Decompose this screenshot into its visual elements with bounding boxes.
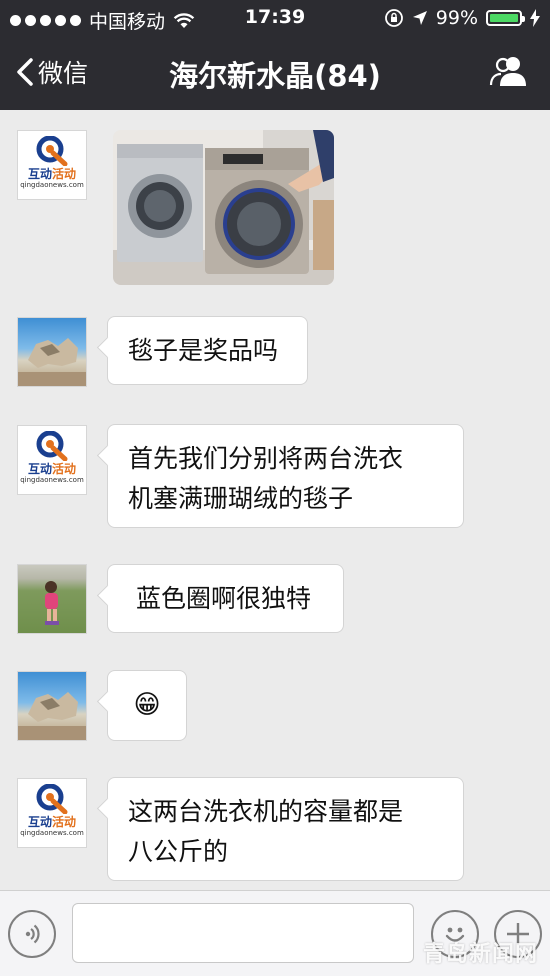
message-bubble[interactable]: 蓝色圈啊很独特: [107, 564, 344, 633]
message-text-line: 机塞满珊瑚绒的毯子: [128, 484, 354, 513]
hudong-brand-text: 互动活动: [27, 815, 77, 829]
nav-bar: 微信 海尔新水晶(84): [0, 36, 550, 110]
avatar[interactable]: [17, 564, 87, 634]
top-bar: 中国移动 17:39 99% 微信 海尔新水晶(84): [0, 0, 550, 110]
message-text-line: 八公斤的: [128, 837, 229, 866]
hudong-brand-text: 互动活动: [27, 462, 77, 476]
grinning-face-icon: 😁: [133, 690, 161, 720]
rock-sculpture-photo: [18, 338, 86, 386]
message-input[interactable]: [72, 903, 414, 963]
avatar[interactable]: 互动活动 qingdaonews.com: [17, 778, 87, 848]
hudong-logo-icon: [36, 431, 68, 461]
group-info-button[interactable]: [488, 54, 528, 92]
avatar[interactable]: [17, 317, 87, 387]
message-bubble[interactable]: 毯子是奖品吗: [107, 316, 308, 385]
message-text: 毯子是奖品吗: [128, 336, 279, 365]
location-arrow-icon: [412, 11, 427, 25]
voice-icon: [25, 924, 40, 944]
status-right: 99%: [384, 7, 540, 29]
avatar[interactable]: 互动活动 qingdaonews.com: [17, 130, 87, 200]
hudong-logo-icon: [36, 784, 68, 814]
charging-bolt-icon: [530, 9, 540, 27]
battery-icon: [486, 10, 525, 26]
chat-area[interactable]: 互动活动 qingdaonews.com 毯子是奖品吗 互动活动 qingdao…: [0, 110, 550, 890]
rotation-lock-icon: [384, 9, 403, 27]
message-text-line: 首先我们分别将两台洗衣: [128, 444, 404, 473]
message-bubble[interactable]: 😁: [107, 670, 187, 741]
rock-sculpture-photo: [18, 692, 86, 740]
input-bar: 青岛新闻网: [0, 890, 550, 976]
watermark: 青岛新闻网: [422, 942, 538, 967]
hudong-url-text: qingdaonews.com: [20, 181, 84, 189]
hudong-brand-text: 互动活动: [27, 167, 77, 181]
hudong-logo-icon: [36, 136, 68, 166]
people-icon: [489, 57, 526, 86]
chat-title: 海尔新水晶(84): [169, 59, 381, 93]
hudong-url-text: qingdaonews.com: [20, 829, 84, 837]
child-photo: [45, 581, 59, 625]
avatar[interactable]: 互动活动 qingdaonews.com: [17, 425, 87, 495]
hudong-url-text: qingdaonews.com: [20, 476, 84, 484]
voice-input-button[interactable]: [8, 910, 56, 958]
battery-percent: 99%: [435, 7, 478, 29]
message-bubble[interactable]: 这两台洗衣机的容量都是 八公斤的: [107, 777, 464, 881]
avatar[interactable]: [17, 671, 87, 741]
message-text: 蓝色圈啊很独特: [128, 584, 311, 613]
washing-machines-photo[interactable]: [113, 130, 334, 285]
message-text-line: 这两台洗衣机的容量都是: [128, 797, 404, 826]
message-bubble[interactable]: 首先我们分别将两台洗衣 机塞满珊瑚绒的毯子: [107, 424, 464, 528]
status-bar: 中国移动 17:39 99%: [0, 0, 550, 36]
